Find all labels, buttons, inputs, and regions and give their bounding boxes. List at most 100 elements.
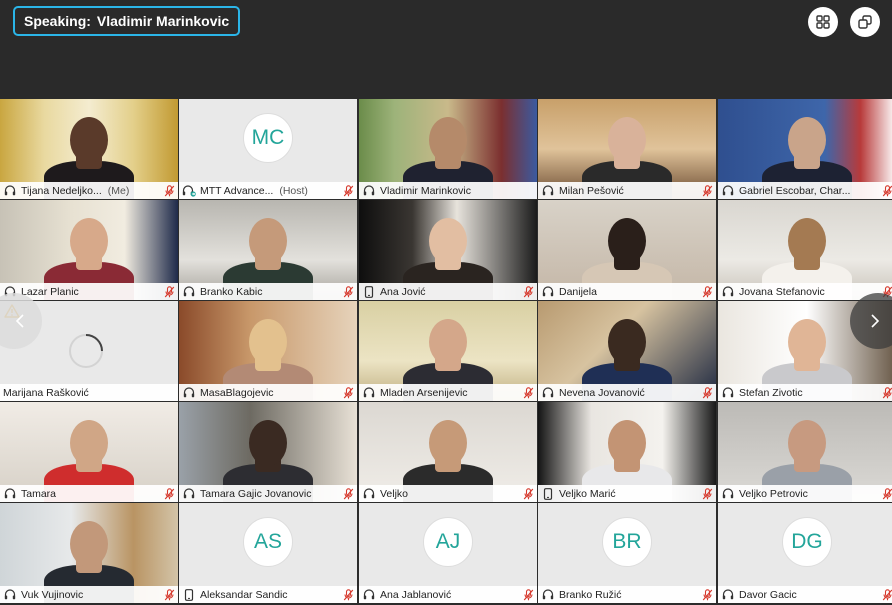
participant-silhouette xyxy=(70,420,108,466)
participant-silhouette xyxy=(70,117,108,163)
popout-window-icon xyxy=(858,15,872,29)
participant-tile[interactable]: Veljko Marić xyxy=(538,402,716,502)
participant-tile[interactable]: Lazar Planic xyxy=(0,200,178,300)
participant-name: Branko Ružić xyxy=(559,588,622,601)
participant-tile[interactable]: Danijela xyxy=(538,200,716,300)
mic-muted-icon xyxy=(343,285,354,297)
headset-icon xyxy=(722,386,734,397)
participant-tile[interactable]: DG Davor Gacic xyxy=(718,503,892,603)
headset-icon xyxy=(363,386,375,397)
audio-device xyxy=(541,487,555,500)
initials-avatar: AS xyxy=(243,517,293,567)
participant-tile[interactable]: Tamara Gajic Jovanovic xyxy=(179,402,357,502)
participant-silhouette xyxy=(788,117,826,163)
headset-icon xyxy=(183,386,195,397)
participant-tile[interactable]: Nevena Jovanović xyxy=(538,301,716,401)
mic-muted-icon xyxy=(882,487,892,499)
mic-status xyxy=(882,386,892,399)
participant-tile[interactable]: Branko Kabic xyxy=(179,200,357,300)
mic-muted-icon xyxy=(882,588,892,600)
participant-name-bar: Vladimir Marinkovic xyxy=(359,182,537,199)
audio-device xyxy=(362,285,376,298)
gallery-grid-icon xyxy=(816,15,830,29)
participant-tile[interactable]: Jovana Stefanovic xyxy=(718,200,892,300)
audio-device xyxy=(721,386,735,399)
participant-silhouette xyxy=(788,319,826,365)
audio-device xyxy=(721,588,735,601)
mic-status xyxy=(523,285,534,298)
participant-name: Marijana Rašković xyxy=(3,386,89,399)
participant-tile[interactable]: MasaBlagojevic xyxy=(179,301,357,401)
popout-window-button[interactable] xyxy=(850,7,880,37)
participant-tile[interactable]: AS Aleksandar Sandic xyxy=(179,503,357,603)
mic-status xyxy=(523,386,534,399)
chevron-left-icon xyxy=(15,314,24,328)
participant-tile[interactable]: Tijana Nedeljko... (Me) xyxy=(0,99,178,199)
mic-status xyxy=(882,487,892,500)
participant-tile[interactable]: Gabriel Escobar, Char... xyxy=(718,99,892,199)
participant-silhouette xyxy=(70,521,108,567)
mic-status xyxy=(343,487,354,500)
participant-name: Lazar Planic xyxy=(21,285,79,298)
participant-name-bar: Milan Pešović xyxy=(538,182,716,199)
mic-status xyxy=(702,184,713,197)
meeting-top-bar: Speaking: Vladimir Marinkovic xyxy=(0,0,892,99)
participant-tile[interactable]: BR Branko Ružić xyxy=(538,503,716,603)
participant-name-bar: MasaBlagojevic xyxy=(179,384,357,401)
mic-status xyxy=(164,588,175,601)
participant-tile[interactable]: Veljko xyxy=(359,402,537,502)
participant-tile[interactable]: Ana Jović xyxy=(359,200,537,300)
mic-status xyxy=(702,386,713,399)
headset-icon xyxy=(4,487,16,498)
participant-tile[interactable]: AJ Ana Jablanović xyxy=(359,503,537,603)
mic-status xyxy=(702,588,713,601)
participant-silhouette xyxy=(608,218,646,264)
headset-icon xyxy=(363,487,375,498)
audio-device xyxy=(362,487,376,500)
headset-icon xyxy=(722,285,734,296)
participant-name: Branko Kabic xyxy=(200,285,263,298)
active-speaker-indicator: Speaking: Vladimir Marinkovic xyxy=(13,6,241,36)
participant-silhouette xyxy=(249,218,287,264)
headset-icon xyxy=(4,184,16,195)
mic-muted-icon xyxy=(702,588,713,600)
participant-silhouette xyxy=(429,319,467,365)
mic-status xyxy=(523,185,534,197)
gallery-view-button[interactable] xyxy=(808,7,838,37)
participant-name: Ana Jović xyxy=(380,285,426,298)
audio-device xyxy=(182,184,196,197)
participant-tile[interactable]: MC MTT Advance... (Host) xyxy=(179,99,357,199)
participant-name-bar: Branko Ružić xyxy=(538,586,716,603)
participant-name-bar: Tamara Gajic Jovanovic xyxy=(179,485,357,502)
participant-name: Veljko xyxy=(380,487,409,500)
participant-name-bar: MTT Advance... (Host) xyxy=(179,182,357,199)
participant-silhouette xyxy=(70,218,108,264)
participant-tile[interactable]: Mladen Arsenijevic xyxy=(359,301,537,401)
participant-name: Ana Jablanović xyxy=(380,588,452,601)
participant-tile[interactable]: Vladimir Marinkovic xyxy=(359,99,537,199)
initials-avatar: AJ xyxy=(423,517,473,567)
mic-muted-icon xyxy=(343,588,354,600)
mic-muted-icon xyxy=(343,386,354,398)
mic-muted-icon xyxy=(523,285,534,297)
participant-name-bar: Vuk Vujinovic xyxy=(0,586,178,603)
participant-tile[interactable]: Veljko Petrovic xyxy=(718,402,892,502)
audio-device xyxy=(541,588,555,601)
participant-name: Nevena Jovanović xyxy=(559,386,645,399)
audio-device xyxy=(182,285,196,298)
initials-avatar: MC xyxy=(243,113,293,163)
participant-tile[interactable]: Vuk Vujinovic xyxy=(0,503,178,603)
audio-device xyxy=(182,386,196,399)
participant-tile[interactable]: Milan Pešović xyxy=(538,99,716,199)
phone-icon xyxy=(184,588,194,601)
participant-tile[interactable]: Tamara xyxy=(0,402,178,502)
participant-silhouette xyxy=(608,117,646,163)
mic-status xyxy=(882,184,892,197)
headset-icon xyxy=(183,285,195,296)
headset-icon xyxy=(542,285,554,296)
participant-silhouette xyxy=(429,218,467,264)
audio-device xyxy=(182,487,196,500)
mic-muted-icon xyxy=(702,184,713,196)
audio-device xyxy=(362,588,376,601)
mic-status xyxy=(343,285,354,298)
